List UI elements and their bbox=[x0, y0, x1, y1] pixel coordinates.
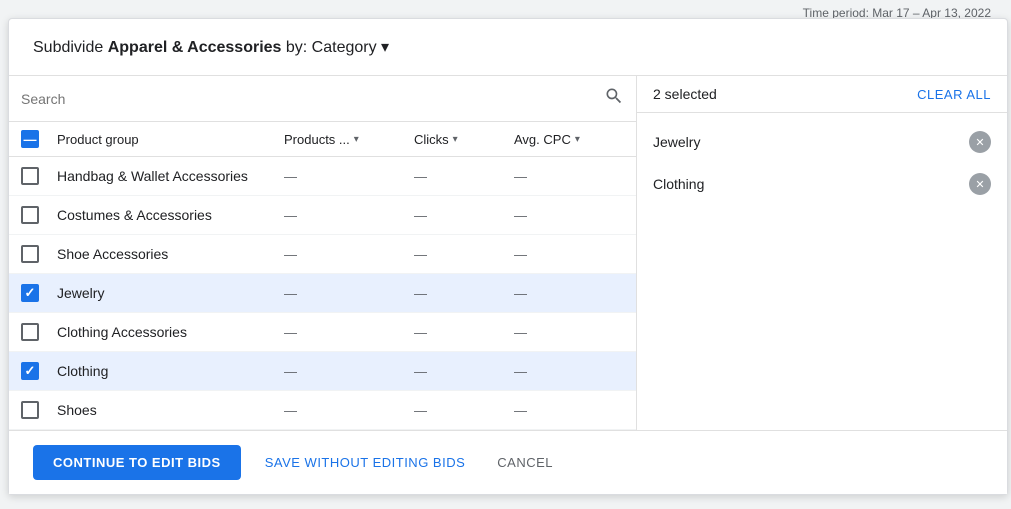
row-products-6: — bbox=[284, 364, 414, 379]
clear-all-button[interactable]: CLEAR ALL bbox=[917, 87, 991, 102]
selected-items-list: Jewelry Clothing bbox=[637, 113, 1007, 430]
row-label-1: Handbag & Wallet Accessories bbox=[57, 168, 284, 184]
row-checkbox-3[interactable] bbox=[21, 245, 39, 263]
row-checkbox-2[interactable] bbox=[21, 206, 39, 224]
row-products-3: — bbox=[284, 247, 414, 262]
row-products-5: — bbox=[284, 325, 414, 340]
continue-button[interactable]: CONTINUE TO EDIT BIDS bbox=[33, 445, 241, 480]
row-cpc-6: — bbox=[514, 364, 624, 379]
table-rows: Handbag & Wallet Accessories — — — Costu… bbox=[9, 157, 636, 430]
col-header-products[interactable]: Products ... ▾ bbox=[284, 132, 414, 147]
table-header: — Product group Products ... ▾ Clicks ▾ … bbox=[9, 122, 636, 157]
row-clicks-7: — bbox=[414, 403, 514, 418]
cancel-button[interactable]: CANCEL bbox=[489, 445, 561, 480]
col-header-clicks[interactable]: Clicks ▾ bbox=[414, 132, 514, 147]
row-products-4: — bbox=[284, 286, 414, 301]
selected-item-label-jewelry: Jewelry bbox=[653, 134, 700, 150]
selected-item-clothing: Clothing bbox=[637, 163, 1007, 205]
row-checkbox-7[interactable] bbox=[21, 401, 39, 419]
search-input[interactable] bbox=[21, 91, 604, 107]
remove-jewelry-button[interactable] bbox=[969, 131, 991, 153]
row-products-7: — bbox=[284, 403, 414, 418]
row-clicks-1: — bbox=[414, 169, 514, 184]
selected-header: 2 selected CLEAR ALL bbox=[637, 76, 1007, 113]
row-label-6: Clothing bbox=[57, 363, 284, 379]
row-clicks-4: — bbox=[414, 286, 514, 301]
row-checkbox-1[interactable] bbox=[21, 167, 39, 185]
header-title: Apparel & Accessories bbox=[108, 39, 282, 56]
table-row[interactable]: Handbag & Wallet Accessories — — — bbox=[9, 157, 636, 196]
row-products-2: — bbox=[284, 208, 414, 223]
row-checkbox-6[interactable]: ✓ bbox=[21, 362, 39, 380]
header-prefix: Subdivide bbox=[33, 39, 108, 56]
products-sort-icon: ▾ bbox=[354, 134, 359, 145]
row-label-2: Costumes & Accessories bbox=[57, 207, 284, 223]
select-all-checkbox[interactable]: — bbox=[21, 130, 39, 148]
left-panel: — Product group Products ... ▾ Clicks ▾ … bbox=[9, 76, 637, 430]
selected-count: 2 selected bbox=[653, 86, 717, 102]
row-checkbox-5[interactable] bbox=[21, 323, 39, 341]
row-label-4: Jewelry bbox=[57, 285, 284, 301]
search-icon bbox=[604, 86, 624, 111]
col-header-product-group: Product group bbox=[57, 132, 284, 147]
selected-item-jewelry: Jewelry bbox=[637, 121, 1007, 163]
row-clicks-6: — bbox=[414, 364, 514, 379]
dialog-header: Subdivide Apparel & Accessories by: Cate… bbox=[9, 19, 1007, 76]
row-cpc-5: — bbox=[514, 325, 624, 340]
clicks-sort-icon: ▾ bbox=[453, 134, 458, 145]
table-row[interactable]: ✓ Jewelry — — — bbox=[9, 274, 636, 313]
row-cpc-1: — bbox=[514, 169, 624, 184]
row-cpc-3: — bbox=[514, 247, 624, 262]
col-header-avg-cpc[interactable]: Avg. CPC ▾ bbox=[514, 132, 624, 147]
table-row[interactable]: ✓ Clothing — — — bbox=[9, 352, 636, 391]
table-row[interactable]: Shoe Accessories — — — bbox=[9, 235, 636, 274]
save-without-editing-button[interactable]: SAVE WITHOUT EDITING BIDS bbox=[257, 445, 474, 480]
selected-item-label-clothing: Clothing bbox=[653, 176, 704, 192]
right-panel: 2 selected CLEAR ALL Jewelry Clothing bbox=[637, 76, 1007, 430]
category-dropdown[interactable]: ▾ bbox=[381, 39, 389, 56]
table-row[interactable]: Shoes — — — bbox=[9, 391, 636, 430]
row-label-5: Clothing Accessories bbox=[57, 324, 284, 340]
row-clicks-5: — bbox=[414, 325, 514, 340]
row-products-1: — bbox=[284, 169, 414, 184]
row-clicks-2: — bbox=[414, 208, 514, 223]
row-cpc-7: — bbox=[514, 403, 624, 418]
row-clicks-3: — bbox=[414, 247, 514, 262]
remove-clothing-button[interactable] bbox=[969, 173, 991, 195]
cpc-sort-icon: ▾ bbox=[575, 134, 580, 145]
row-label-7: Shoes bbox=[57, 402, 284, 418]
search-bar bbox=[9, 76, 636, 122]
row-cpc-4: — bbox=[514, 286, 624, 301]
table-row[interactable]: Clothing Accessories — — — bbox=[9, 313, 636, 352]
row-label-3: Shoe Accessories bbox=[57, 246, 284, 262]
row-cpc-2: — bbox=[514, 208, 624, 223]
row-checkbox-4[interactable]: ✓ bbox=[21, 284, 39, 302]
header-suffix: by: Category bbox=[281, 39, 376, 56]
dialog-footer: CONTINUE TO EDIT BIDS SAVE WITHOUT EDITI… bbox=[9, 430, 1007, 494]
table-row[interactable]: Costumes & Accessories — — — bbox=[9, 196, 636, 235]
